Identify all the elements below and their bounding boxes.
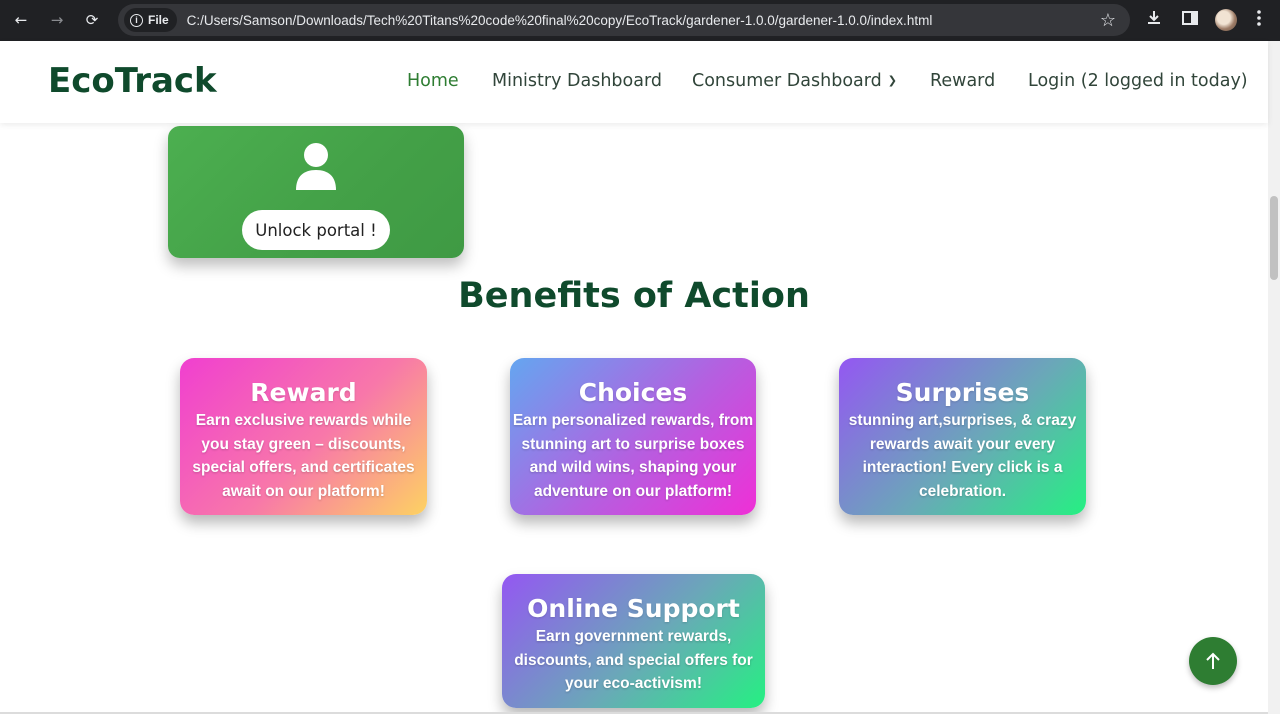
card-title: Online Support <box>527 594 740 623</box>
chevron-down-icon: ❯ <box>887 74 897 87</box>
unlock-portal-card: Unlock portal ! <box>168 126 464 258</box>
side-panel-icon[interactable] <box>1181 9 1199 31</box>
back-to-top-button[interactable] <box>1189 637 1237 685</box>
card-title: Reward <box>250 378 357 407</box>
browser-toolbar: ← → ⟳ i File C:/Users/Samson/Downloads/T… <box>0 0 1280 41</box>
benefit-card-reward: Reward Earn exclusive rewards while you … <box>180 358 427 515</box>
url-text[interactable]: C:/Users/Samson/Downloads/Tech%20Titans%… <box>187 13 933 28</box>
address-bar[interactable]: i File C:/Users/Samson/Downloads/Tech%20… <box>118 4 1130 36</box>
card-text: Earn personalized rewards, from stunning… <box>512 412 754 500</box>
benefit-card-choices: Choices Earn personalized rewards, from … <box>510 358 756 515</box>
reload-icon[interactable]: ⟳ <box>81 9 103 31</box>
section-title: Benefits of Action <box>458 276 810 316</box>
unlock-portal-button[interactable]: Unlock portal ! <box>242 210 390 250</box>
logo[interactable]: EcoTrack <box>48 61 217 101</box>
nav-home[interactable]: Home <box>407 71 459 91</box>
nav-ministry-dashboard[interactable]: Ministry Dashboard <box>492 71 662 91</box>
user-icon <box>296 143 336 190</box>
info-icon: i <box>130 13 143 27</box>
file-label: File <box>148 13 169 27</box>
nav-consumer-label: Consumer Dashboard <box>692 71 882 91</box>
arrow-up-icon <box>1206 652 1220 669</box>
bookmark-star-icon[interactable]: ☆ <box>1100 10 1116 31</box>
nav-consumer-dashboard[interactable]: Consumer Dashboard ❯ <box>692 71 897 91</box>
nav-login[interactable]: Login (2 logged in today) <box>1028 71 1248 91</box>
page-scrollbar[interactable] <box>1268 41 1280 714</box>
site-header: EcoTrack Home Ministry Dashboard Consume… <box>0 41 1268 123</box>
card-text: Earn government rewards, discounts, and … <box>514 628 753 692</box>
back-arrow-icon[interactable]: ← <box>10 9 32 31</box>
scrollbar-thumb[interactable] <box>1270 196 1278 280</box>
benefit-card-online-support: Online Support Earn government rewards, … <box>502 574 765 708</box>
more-menu-icon[interactable] <box>1256 9 1262 31</box>
forward-arrow-icon[interactable]: → <box>46 9 68 31</box>
benefit-card-surprises: Surprises stunning art,surprises, & craz… <box>839 358 1086 515</box>
nav-reward[interactable]: Reward <box>930 71 995 91</box>
card-text: stunning art,surprises, & crazy rewards … <box>848 412 1077 500</box>
profile-avatar[interactable] <box>1215 9 1237 31</box>
card-text: Earn exclusive rewards while you stay gr… <box>192 412 415 500</box>
download-icon[interactable] <box>1145 9 1163 31</box>
site-info-chip[interactable]: i File <box>124 8 177 32</box>
card-title: Choices <box>578 378 688 407</box>
card-title: Surprises <box>895 378 1030 407</box>
